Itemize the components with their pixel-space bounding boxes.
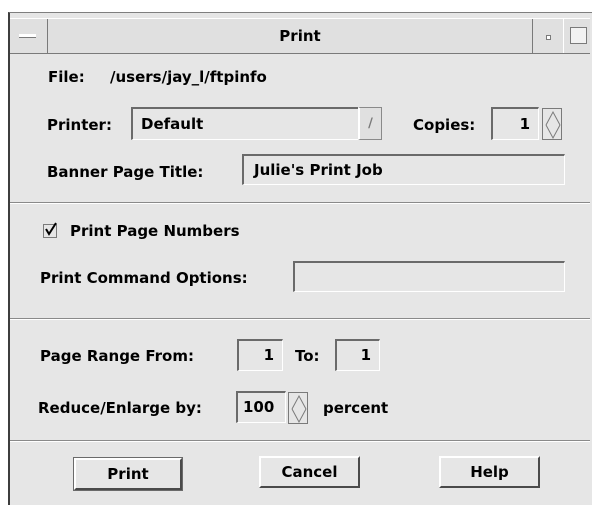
command-options-input[interactable] <box>293 261 565 292</box>
window-title: Print <box>279 27 321 45</box>
printer-label: Printer: <box>47 116 112 134</box>
printer-select[interactable]: Default <box>131 107 359 140</box>
scale-unit-label: percent <box>323 399 389 417</box>
cancel-button[interactable]: Cancel <box>259 456 360 488</box>
checkmark-icon <box>45 222 57 236</box>
copies-stepper[interactable] <box>542 108 562 140</box>
stepper-arrows-icon <box>291 394 307 424</box>
maximize-icon <box>570 27 587 44</box>
minimize-button[interactable] <box>532 19 562 53</box>
separator <box>10 318 590 320</box>
copies-label: Copies: <box>413 116 476 134</box>
separator <box>10 440 590 442</box>
printer-dropdown-button[interactable]: ∕ <box>358 107 382 140</box>
maximize-button[interactable] <box>563 19 590 53</box>
page-range-to-label: To: <box>295 347 320 365</box>
scale-label: Reduce/Enlarge by: <box>38 399 202 417</box>
separator <box>10 202 590 204</box>
minimize-icon <box>546 35 551 40</box>
file-path: /users/jay_l/ftpinfo <box>110 68 267 86</box>
title-bar[interactable]: Print <box>10 18 590 54</box>
print-button[interactable]: Print <box>74 458 182 490</box>
scale-stepper[interactable] <box>288 392 308 424</box>
page-numbers-label: Print Page Numbers <box>70 222 240 240</box>
banner-title-label: Banner Page Title: <box>47 163 204 181</box>
copies-input[interactable]: 1 <box>491 107 539 140</box>
command-options-label: Print Command Options: <box>40 269 248 287</box>
page-range-from-label: Page Range From: <box>40 347 194 365</box>
stepper-arrows-icon <box>545 110 561 140</box>
page-range-from-input[interactable]: 1 <box>237 339 283 371</box>
page-numbers-checkbox[interactable] <box>43 222 57 238</box>
page-range-to-input[interactable]: 1 <box>335 339 380 371</box>
print-dialog-window <box>8 12 592 505</box>
file-label: File: <box>48 68 85 86</box>
banner-title-input[interactable]: Julie's Print Job <box>242 154 565 185</box>
dropdown-arrow-icon: ∕ <box>368 116 373 131</box>
scale-input[interactable]: 100 <box>236 391 286 423</box>
help-button[interactable]: Help <box>439 456 540 488</box>
